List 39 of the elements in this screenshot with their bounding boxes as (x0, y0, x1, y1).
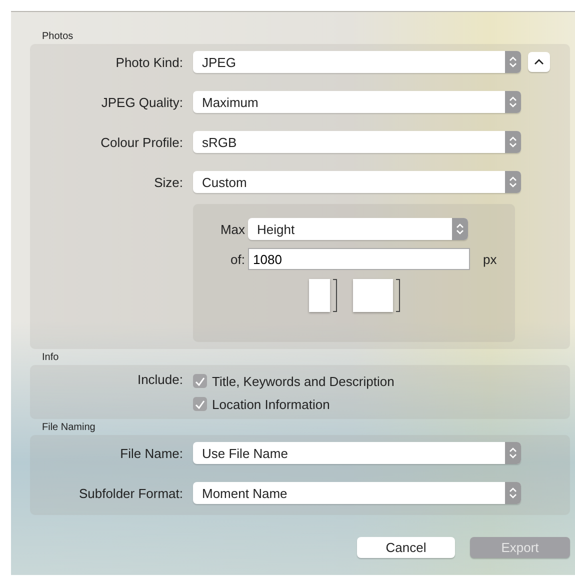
dropdown[interactable]: Moment Name (193, 482, 521, 504)
field-label: Photo Kind: (114, 54, 184, 70)
dropdown[interactable]: Maximum (193, 91, 521, 113)
stepper-icon (452, 218, 468, 240)
stepper-icon (505, 482, 521, 504)
section-title: File Naming (41, 421, 96, 435)
bracket-icon (396, 279, 400, 312)
bracket-icon (333, 279, 337, 312)
section-title: Photos (41, 30, 74, 44)
blank-box (309, 279, 330, 312)
unit-label: px (483, 252, 497, 266)
blank-box (353, 279, 393, 312)
field-label: Size: (153, 174, 184, 190)
dropdown[interactable]: JPEG (193, 51, 521, 73)
field-label: of: (230, 252, 246, 266)
field-label: Colour Profile: (100, 134, 184, 150)
field-label: Max (219, 222, 246, 236)
dropdown[interactable]: Use File Name (193, 442, 521, 464)
field-label: File Name: (119, 446, 184, 460)
dropdown[interactable]: Custom (193, 171, 521, 193)
stepper-icon (505, 171, 521, 193)
dropdown[interactable]: Height (248, 218, 468, 240)
checkbox[interactable]: Location Information (193, 395, 394, 413)
field-label: JPEG Quality: (100, 94, 184, 110)
field-label: Subfolder Format: (78, 486, 184, 500)
dropdown[interactable]: sRGB (193, 131, 521, 153)
checkmark-icon (195, 400, 205, 408)
stepper-icon (505, 131, 521, 153)
stepper-icon (505, 91, 521, 113)
collapse-button[interactable] (528, 52, 550, 72)
dialog-button[interactable]: Cancel (357, 537, 455, 558)
input-field[interactable]: 1080 (248, 248, 470, 270)
field-label: Include: (136, 372, 184, 387)
stepper-icon (505, 442, 521, 464)
checkbox[interactable]: Title, Keywords and Description (193, 372, 394, 390)
section-title: Info (41, 351, 60, 365)
checkmark-icon (195, 376, 205, 386)
stepper-icon (505, 51, 521, 73)
chevron-up-icon (534, 59, 544, 65)
